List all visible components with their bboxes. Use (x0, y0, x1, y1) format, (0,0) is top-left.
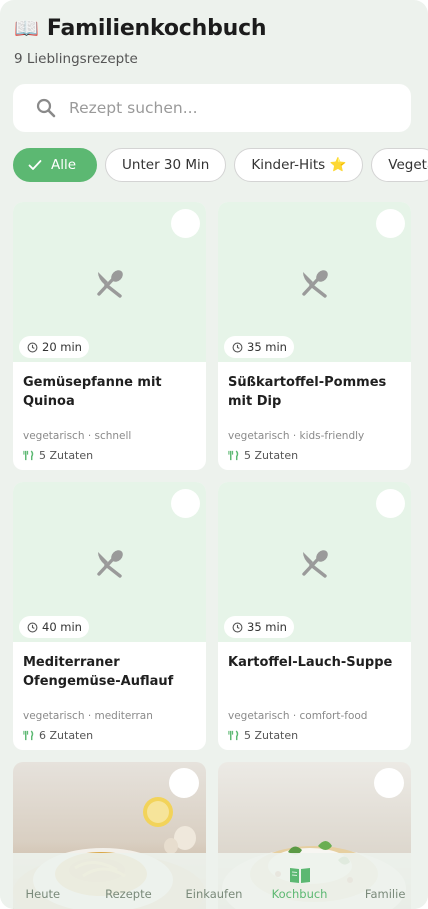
recipe-title: Süßkartoffel-Pommes mit Dip (228, 375, 387, 409)
cart-icon (203, 866, 225, 884)
app-screen: 📖 Familienkochbuch 9 Lieblingsrezepte Al… (0, 0, 428, 909)
ingredient-count: 6 Zutaten (23, 729, 93, 742)
ingredient-count-label: 5 Zutaten (244, 729, 299, 742)
recipe-image-placeholder: 35 min (218, 202, 411, 362)
recipe-card[interactable]: 20 min Gemüsepfanne mit Quinoa vegetaris… (13, 202, 206, 470)
time-badge: 20 min (19, 336, 89, 358)
time-badge: 35 min (224, 336, 294, 358)
filter-chip-label: Kinder-Hits ⭐ (251, 157, 347, 173)
filter-chip-label: Alle (51, 157, 77, 173)
clock-icon (232, 342, 243, 352)
clock-icon (232, 622, 243, 632)
cutlery-icon (97, 550, 123, 578)
cutlery-small-icon (228, 730, 239, 741)
check-icon (28, 160, 42, 170)
search-icon (36, 98, 56, 118)
nav-label: Einkaufen (185, 887, 243, 901)
search-bar[interactable] (13, 84, 411, 132)
nav-label: Rezepte (105, 887, 152, 901)
cutlery-icon (97, 270, 123, 298)
ingredient-count: 5 Zutaten (23, 449, 93, 462)
page-title: Familienkochbuch (46, 15, 267, 41)
ingredient-count: 5 Zutaten (228, 729, 298, 742)
cooking-time: 35 min (247, 340, 287, 354)
ingredient-count-label: 5 Zutaten (39, 449, 94, 462)
recipe-card[interactable]: 40 min Mediterraner Ofengemüse-Auflauf v… (13, 482, 206, 750)
recipes-icon (117, 866, 139, 884)
filter-chip-under-30[interactable]: Unter 30 Min (105, 148, 227, 182)
favorite-button[interactable] (376, 489, 405, 518)
filter-chip-alle[interactable]: Alle (13, 148, 98, 182)
clock-icon (27, 342, 38, 352)
favorite-button[interactable] (376, 209, 405, 238)
family-icon (374, 866, 396, 884)
cooking-time: 20 min (42, 340, 82, 354)
bottom-navigation: Heute Rezepte Einkaufen Kochbuch Familie (0, 853, 428, 909)
recipe-title: Mediterraner Ofengemüse-Auflauf (23, 655, 174, 689)
filter-chip-kinder-hits[interactable]: Kinder-Hits ⭐ (234, 148, 364, 182)
book-emoji-icon: 📖 (14, 16, 39, 40)
sun-icon (32, 866, 54, 884)
clock-icon (27, 622, 38, 632)
recipe-image-placeholder: 20 min (13, 202, 206, 362)
nav-item-kochbuch[interactable]: Kochbuch (260, 853, 340, 909)
recipe-tags: vegetarisch · schnell (23, 430, 132, 442)
cutlery-small-icon (23, 730, 34, 741)
recipe-image-placeholder: 40 min (13, 482, 206, 642)
nav-item-rezepte[interactable]: Rezepte (88, 853, 168, 909)
nav-label: Familie (364, 887, 406, 901)
search-input[interactable] (69, 84, 399, 132)
filter-chips: Alle Unter 30 Min Kinder-Hits ⭐ Vegeta (13, 148, 428, 182)
filter-chip-vegetarisch[interactable]: Vegeta (371, 148, 428, 182)
cutlery-small-icon (23, 450, 34, 461)
nav-label: Heute (25, 887, 61, 901)
ingredient-count: 5 Zutaten (228, 449, 298, 462)
nav-label: Kochbuch (271, 887, 328, 901)
recipe-image-placeholder: 35 min (218, 482, 411, 642)
recipe-tags: vegetarisch · mediterran (23, 710, 153, 722)
recipe-card[interactable]: 35 min Kartoffel-Lauch-Suppe vegetarisch… (218, 482, 411, 750)
cutlery-icon (302, 270, 328, 298)
favorite-button[interactable] (171, 209, 200, 238)
nav-item-einkaufen[interactable]: Einkaufen (174, 853, 254, 909)
cutlery-icon (302, 550, 328, 578)
recipe-count: 9 Lieblingsrezepte (14, 51, 138, 67)
recipe-card[interactable]: 35 min Süßkartoffel-Pommes mit Dip veget… (218, 202, 411, 470)
nav-item-heute[interactable]: Heute (3, 853, 83, 909)
ingredient-count-label: 5 Zutaten (244, 449, 299, 462)
favorite-button[interactable] (169, 768, 199, 798)
recipe-tags: vegetarisch · comfort-food (228, 710, 368, 722)
recipe-tags: vegetarisch · kids-friendly (228, 430, 365, 442)
header: 📖 Familienkochbuch 9 Lieblingsrezepte (14, 14, 267, 68)
cooking-time: 40 min (42, 620, 82, 634)
ingredient-count-label: 6 Zutaten (39, 729, 94, 742)
title-row: 📖 Familienkochbuch (14, 14, 267, 42)
cooking-time: 35 min (247, 620, 287, 634)
filter-chip-label: Unter 30 Min (122, 157, 210, 173)
time-badge: 35 min (224, 616, 294, 638)
favorite-button[interactable] (374, 768, 404, 798)
favorite-button[interactable] (171, 489, 200, 518)
book-icon (289, 868, 310, 883)
recipe-title: Kartoffel-Lauch-Suppe (228, 655, 393, 670)
cutlery-small-icon (228, 450, 239, 461)
recipe-title: Gemüsepfanne mit Quinoa (23, 375, 162, 409)
filter-chip-label: Vegeta (388, 157, 428, 173)
nav-item-familie[interactable]: Familie (345, 853, 425, 909)
time-badge: 40 min (19, 616, 89, 638)
